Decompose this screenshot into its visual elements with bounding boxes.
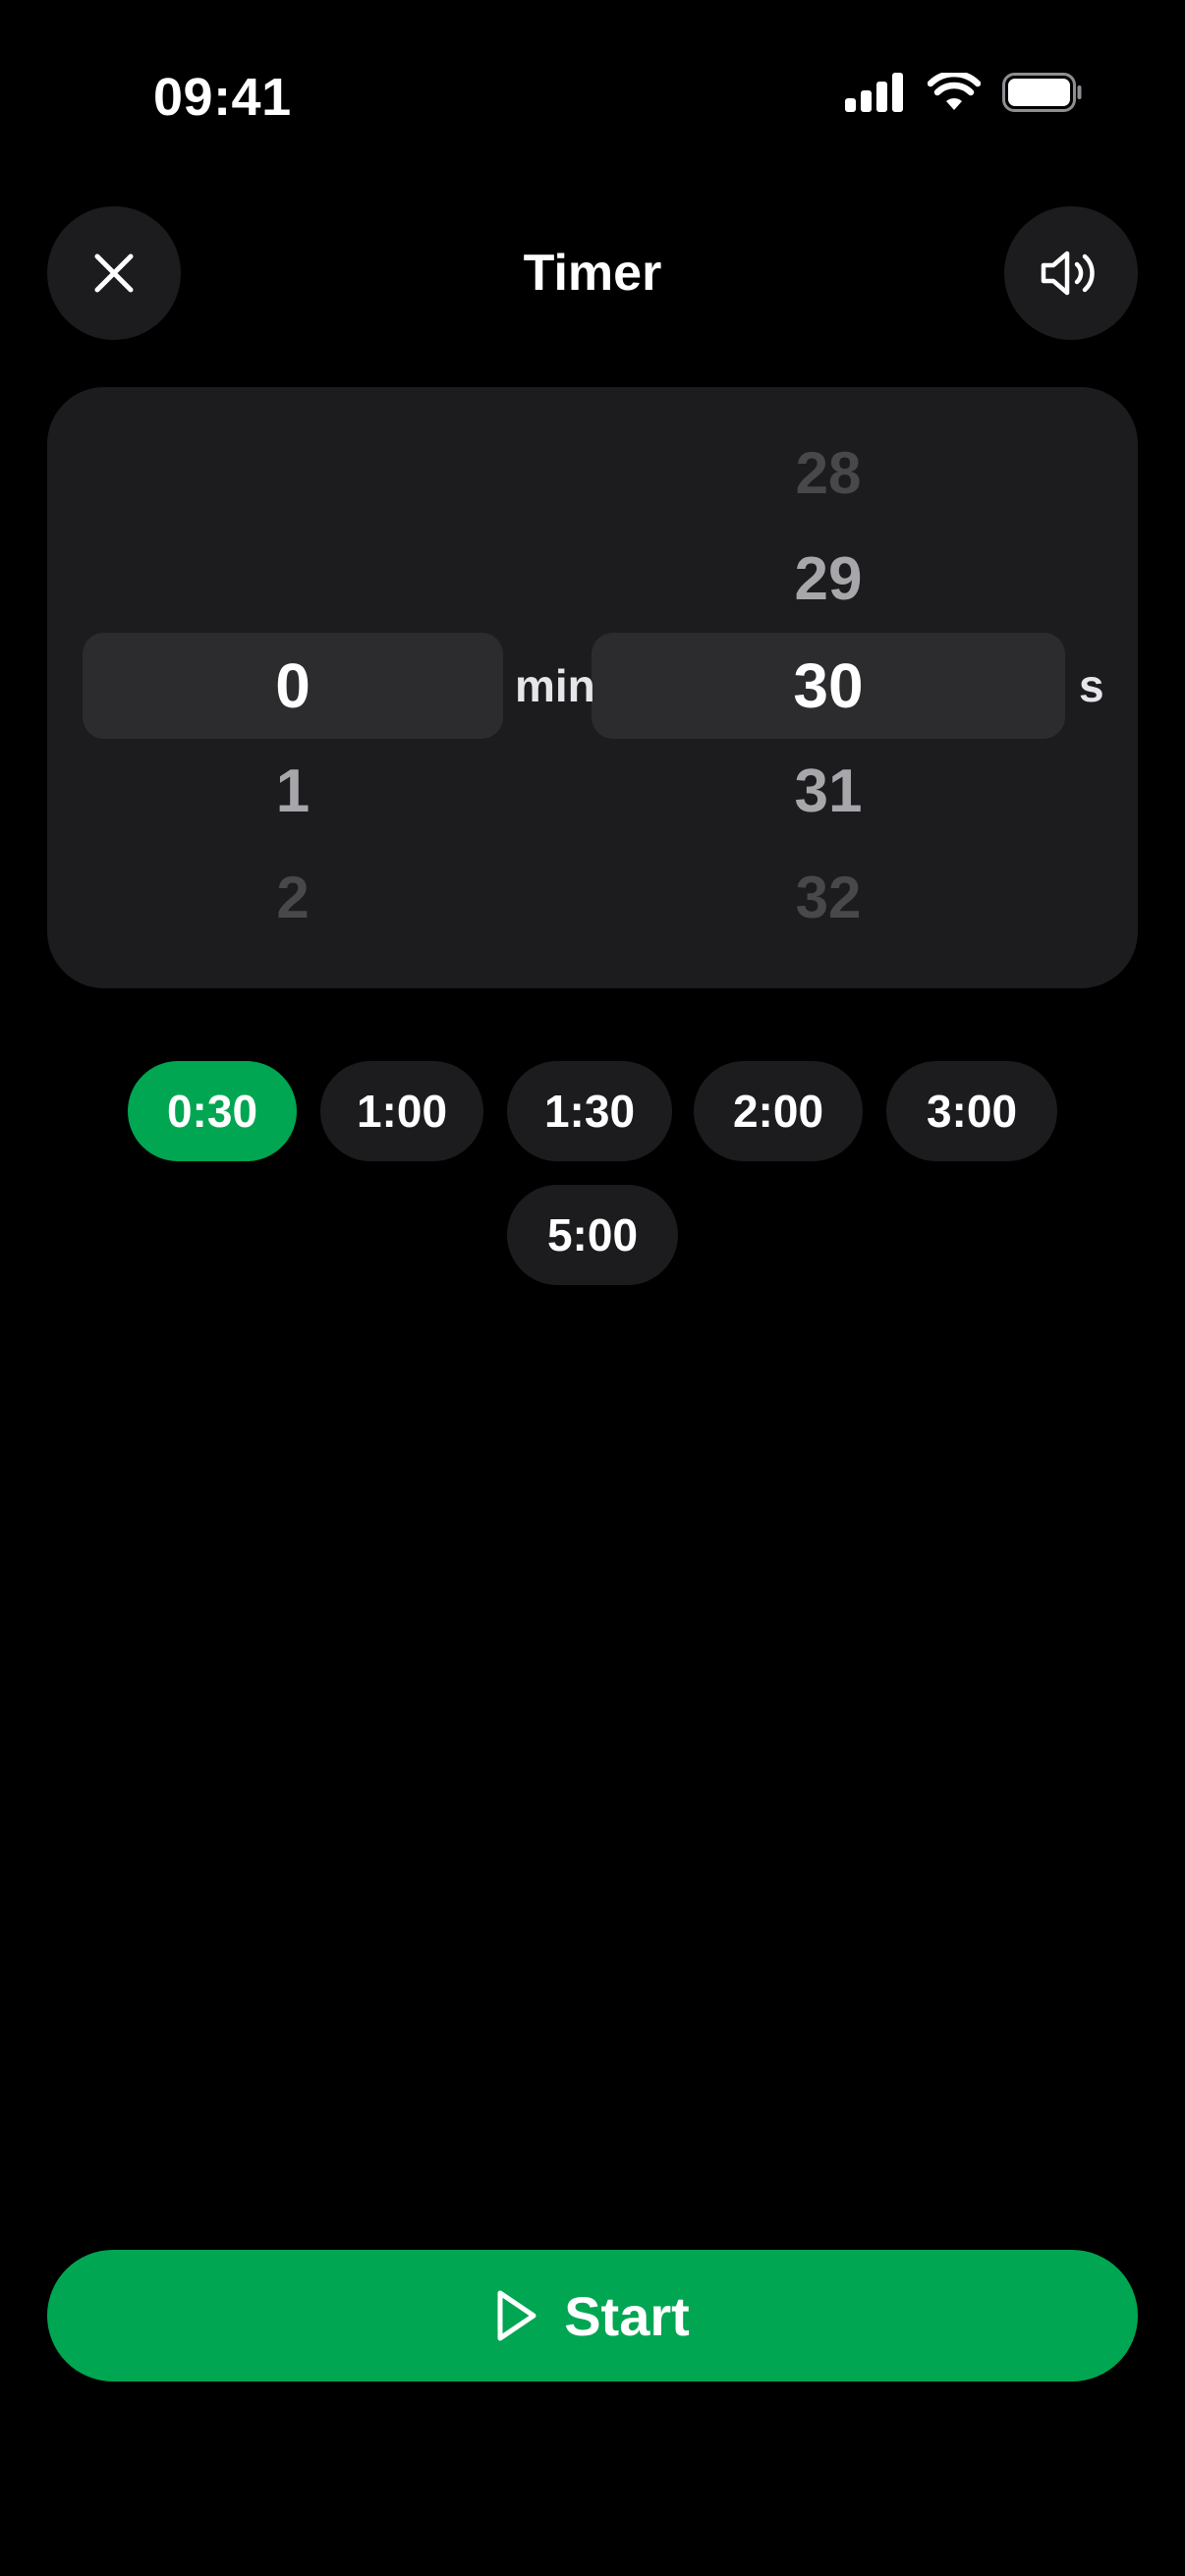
seconds-selected[interactable]: 30 bbox=[592, 633, 1065, 739]
minutes-option[interactable]: 2 bbox=[83, 845, 503, 951]
seconds-option[interactable]: 29 bbox=[592, 527, 1065, 633]
minutes-option[interactable] bbox=[83, 420, 503, 527]
header: Timer bbox=[0, 206, 1185, 340]
minutes-option[interactable] bbox=[83, 527, 503, 633]
minutes-option[interactable]: 1 bbox=[83, 739, 503, 845]
seconds-option[interactable]: 28 bbox=[592, 420, 1065, 527]
preset-chip-1-00[interactable]: 1:00 bbox=[320, 1061, 483, 1161]
time-picker: 0 1 2 min 28 29 30 31 32 s bbox=[47, 387, 1138, 988]
play-icon bbox=[497, 2290, 536, 2341]
seconds-option[interactable]: 31 bbox=[592, 739, 1065, 845]
minutes-selected[interactable]: 0 bbox=[83, 633, 503, 739]
status-bar: 09:41 bbox=[0, 0, 1185, 187]
minutes-wheel[interactable]: 0 1 2 bbox=[83, 387, 503, 988]
battery-icon bbox=[1002, 73, 1082, 112]
sound-button[interactable] bbox=[1004, 206, 1138, 340]
seconds-wheel[interactable]: 28 29 30 31 32 bbox=[592, 387, 1065, 988]
preset-chip-1-30[interactable]: 1:30 bbox=[507, 1061, 672, 1161]
status-time: 09:41 bbox=[153, 68, 292, 127]
seconds-option[interactable]: 32 bbox=[592, 845, 1065, 951]
minutes-unit-label: min bbox=[515, 660, 595, 711]
preset-chip-3-00[interactable]: 3:00 bbox=[886, 1061, 1057, 1161]
speaker-volume-icon bbox=[1041, 251, 1095, 296]
wifi-icon bbox=[928, 73, 981, 110]
preset-chip-2-00[interactable]: 2:00 bbox=[694, 1061, 863, 1161]
cellular-signal-icon bbox=[845, 73, 903, 112]
preset-chip-5-00[interactable]: 5:00 bbox=[507, 1185, 678, 1285]
start-button[interactable]: Start bbox=[47, 2250, 1138, 2381]
status-icons bbox=[845, 73, 1083, 112]
preset-chip-0-30[interactable]: 0:30 bbox=[128, 1061, 297, 1161]
start-label: Start bbox=[564, 2284, 690, 2347]
seconds-unit-label: s bbox=[1079, 660, 1104, 711]
